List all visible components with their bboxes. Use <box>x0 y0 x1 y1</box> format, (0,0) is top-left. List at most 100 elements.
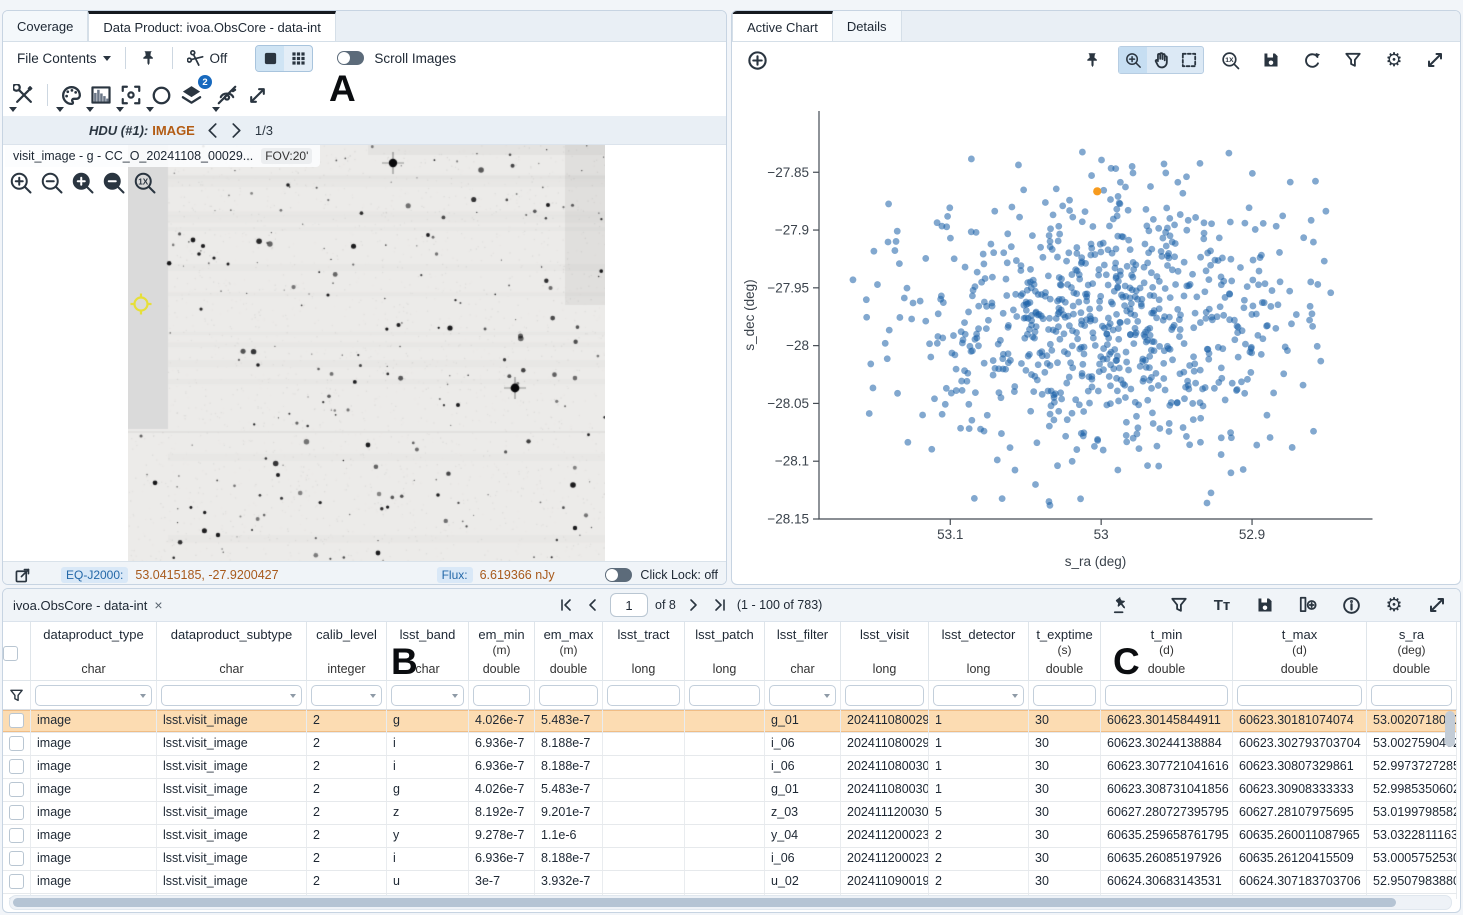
tab-data-product[interactable]: Data Product: ivoa.ObsCore - data-int <box>88 11 336 41</box>
header-cell-lsst_filter[interactable]: lsst_filterchar <box>765 622 841 680</box>
filter-input-em_max[interactable] <box>539 685 598 706</box>
crop-button[interactable]: Off <box>181 50 234 67</box>
header-cell-lsst_patch[interactable]: lsst_patchlong <box>685 622 765 680</box>
first-page-icon[interactable] <box>556 595 576 615</box>
add-chart-icon[interactable] <box>742 45 772 75</box>
row-checkbox[interactable] <box>9 851 24 866</box>
header-cell-em_max[interactable]: em_max(m)double <box>535 622 603 680</box>
header-cell-dataproduct_type[interactable]: dataproduct_typechar <box>31 622 157 680</box>
last-page-icon[interactable] <box>710 595 730 615</box>
filter-input-lsst_patch[interactable] <box>689 685 760 706</box>
row-checkbox[interactable] <box>9 874 24 889</box>
filter-table-icon[interactable] <box>1164 590 1194 620</box>
color-palette-icon[interactable] <box>56 80 86 110</box>
recenter-icon[interactable] <box>116 80 146 110</box>
table-row[interactable]: imagelsst.visit_image2i6.936e-78.188e-7i… <box>3 848 1457 871</box>
restore-chart-icon[interactable] <box>1297 45 1327 75</box>
rotate-north-off-icon[interactable] <box>212 80 242 110</box>
header-cell-calib_level[interactable]: calib_levelinteger <box>307 622 387 680</box>
filter-input-em_min[interactable] <box>473 685 530 706</box>
click-lock-toggle[interactable] <box>605 568 632 582</box>
row-checkbox[interactable] <box>9 782 24 797</box>
select-all-checkbox[interactable] <box>3 646 18 661</box>
zoom-tool-icon[interactable] <box>1119 47 1147 73</box>
prev-page-icon[interactable] <box>583 595 603 615</box>
filter-input-s_ra[interactable] <box>1371 685 1452 706</box>
expand-table-icon[interactable] <box>1422 590 1452 620</box>
filter-select-dataproduct_type[interactable] <box>35 685 152 706</box>
table-row[interactable]: imagelsst.visit_image2g4.026e-75.483e-7g… <box>3 779 1457 802</box>
tab-active-chart[interactable]: Active Chart <box>732 11 833 41</box>
expand-chart-icon[interactable] <box>1420 45 1450 75</box>
pan-tool-icon[interactable] <box>1147 47 1175 73</box>
zoom-fill-icon[interactable] <box>100 169 127 196</box>
text-view-icon[interactable]: Tт <box>1207 590 1237 620</box>
box-select-icon[interactable] <box>1175 47 1203 73</box>
next-page-icon[interactable] <box>683 595 703 615</box>
row-checkbox[interactable] <box>9 736 24 751</box>
zoom-1x-icon[interactable]: 1X <box>131 169 158 196</box>
close-table-icon[interactable]: × <box>154 597 162 613</box>
filter-input-t_max[interactable] <box>1237 685 1362 706</box>
single-view-icon[interactable] <box>256 46 284 71</box>
table-vertical-scrollbar[interactable] <box>1445 711 1455 890</box>
row-checkbox[interactable] <box>9 828 24 843</box>
save-chart-icon[interactable] <box>1256 45 1286 75</box>
table-row[interactable]: imagelsst.visit_image2y9.278e-71.1e-6y_0… <box>3 825 1457 848</box>
tab-details[interactable]: Details <box>833 11 902 41</box>
filter-input-t_exptime[interactable] <box>1033 685 1096 706</box>
filter-input-lsst_visit[interactable] <box>845 685 924 706</box>
header-cell-t_exptime[interactable]: t_exptime(s)double <box>1029 622 1101 680</box>
zoom-original-icon[interactable]: 1X <box>1215 45 1245 75</box>
filter-input-t_min[interactable] <box>1105 685 1228 706</box>
pin-image-icon[interactable] <box>134 43 164 73</box>
table-tab[interactable]: ivoa.ObsCore - data-int × <box>13 597 163 613</box>
page-input[interactable] <box>610 593 648 617</box>
filter-select-lsst_detector[interactable] <box>933 685 1024 706</box>
filter-input-lsst_tract[interactable] <box>607 685 680 706</box>
hdu-prev-icon[interactable] <box>201 118 225 142</box>
add-column-icon[interactable] <box>1293 590 1323 620</box>
pin-chart-icon[interactable] <box>1077 45 1107 75</box>
scroll-images-toggle[interactable] <box>337 51 364 65</box>
table-row[interactable]: imagelsst.visit_image2u3e-73.932e-7u_022… <box>3 871 1457 894</box>
table-horizontal-scrollbar[interactable] <box>9 895 1452 910</box>
fits-image[interactable] <box>128 145 605 585</box>
zoom-in-icon[interactable] <box>7 169 34 196</box>
table-row[interactable]: imagelsst.visit_image2z8.192e-79.201e-7z… <box>3 802 1457 825</box>
header-cell-s_ra[interactable]: s_ra(deg)double <box>1367 622 1457 680</box>
table-settings-icon[interactable]: ⚙ <box>1379 590 1409 620</box>
hdu-next-icon[interactable] <box>225 118 249 142</box>
grid-view-icon[interactable] <box>284 46 312 71</box>
info-icon[interactable] <box>1336 590 1366 620</box>
open-in-new-icon[interactable] <box>9 563 35 585</box>
header-cell-t_max[interactable]: t_max(d)double <box>1233 622 1367 680</box>
header-cell-lsst_detector[interactable]: lsst_detectorlong <box>929 622 1029 680</box>
header-cell-em_min[interactable]: em_min(m)double <box>469 622 535 680</box>
stretch-histogram-icon[interactable] <box>86 80 116 110</box>
layers-icon[interactable]: 2 <box>176 80 206 110</box>
filter-icon[interactable] <box>9 688 24 703</box>
zoom-fit-icon[interactable] <box>69 169 96 196</box>
filter-select-lsst_filter[interactable] <box>769 685 836 706</box>
file-contents-dropdown[interactable]: File Contents <box>11 51 117 66</box>
save-table-icon[interactable] <box>1250 590 1280 620</box>
filter-select-dataproduct_subtype[interactable] <box>161 685 302 706</box>
filter-select-lsst_band[interactable] <box>391 685 464 706</box>
region-circle-icon[interactable] <box>146 80 176 110</box>
row-checkbox[interactable] <box>9 805 24 820</box>
header-cell-lsst_visit[interactable]: lsst_visitlong <box>841 622 929 680</box>
table-row[interactable]: imagelsst.visit_image2g4.026e-75.483e-7g… <box>3 710 1457 733</box>
expand-image-icon[interactable] <box>242 80 272 110</box>
row-checkbox[interactable] <box>9 759 24 774</box>
filter-select-calib_level[interactable] <box>311 685 382 706</box>
chart-settings-icon[interactable]: ⚙ <box>1379 45 1409 75</box>
table-row[interactable]: imagelsst.visit_image2i6.936e-78.188e-7i… <box>3 756 1457 779</box>
tab-coverage[interactable]: Coverage <box>3 11 88 41</box>
row-checkbox[interactable] <box>9 713 24 728</box>
zoom-out-icon[interactable] <box>38 169 65 196</box>
header-cell-lsst_tract[interactable]: lsst_tractlong <box>603 622 685 680</box>
filter-chart-icon[interactable] <box>1338 45 1368 75</box>
table-row[interactable]: imagelsst.visit_image2i6.936e-78.188e-7i… <box>3 733 1457 756</box>
pin-table-icon[interactable] <box>1107 590 1137 620</box>
